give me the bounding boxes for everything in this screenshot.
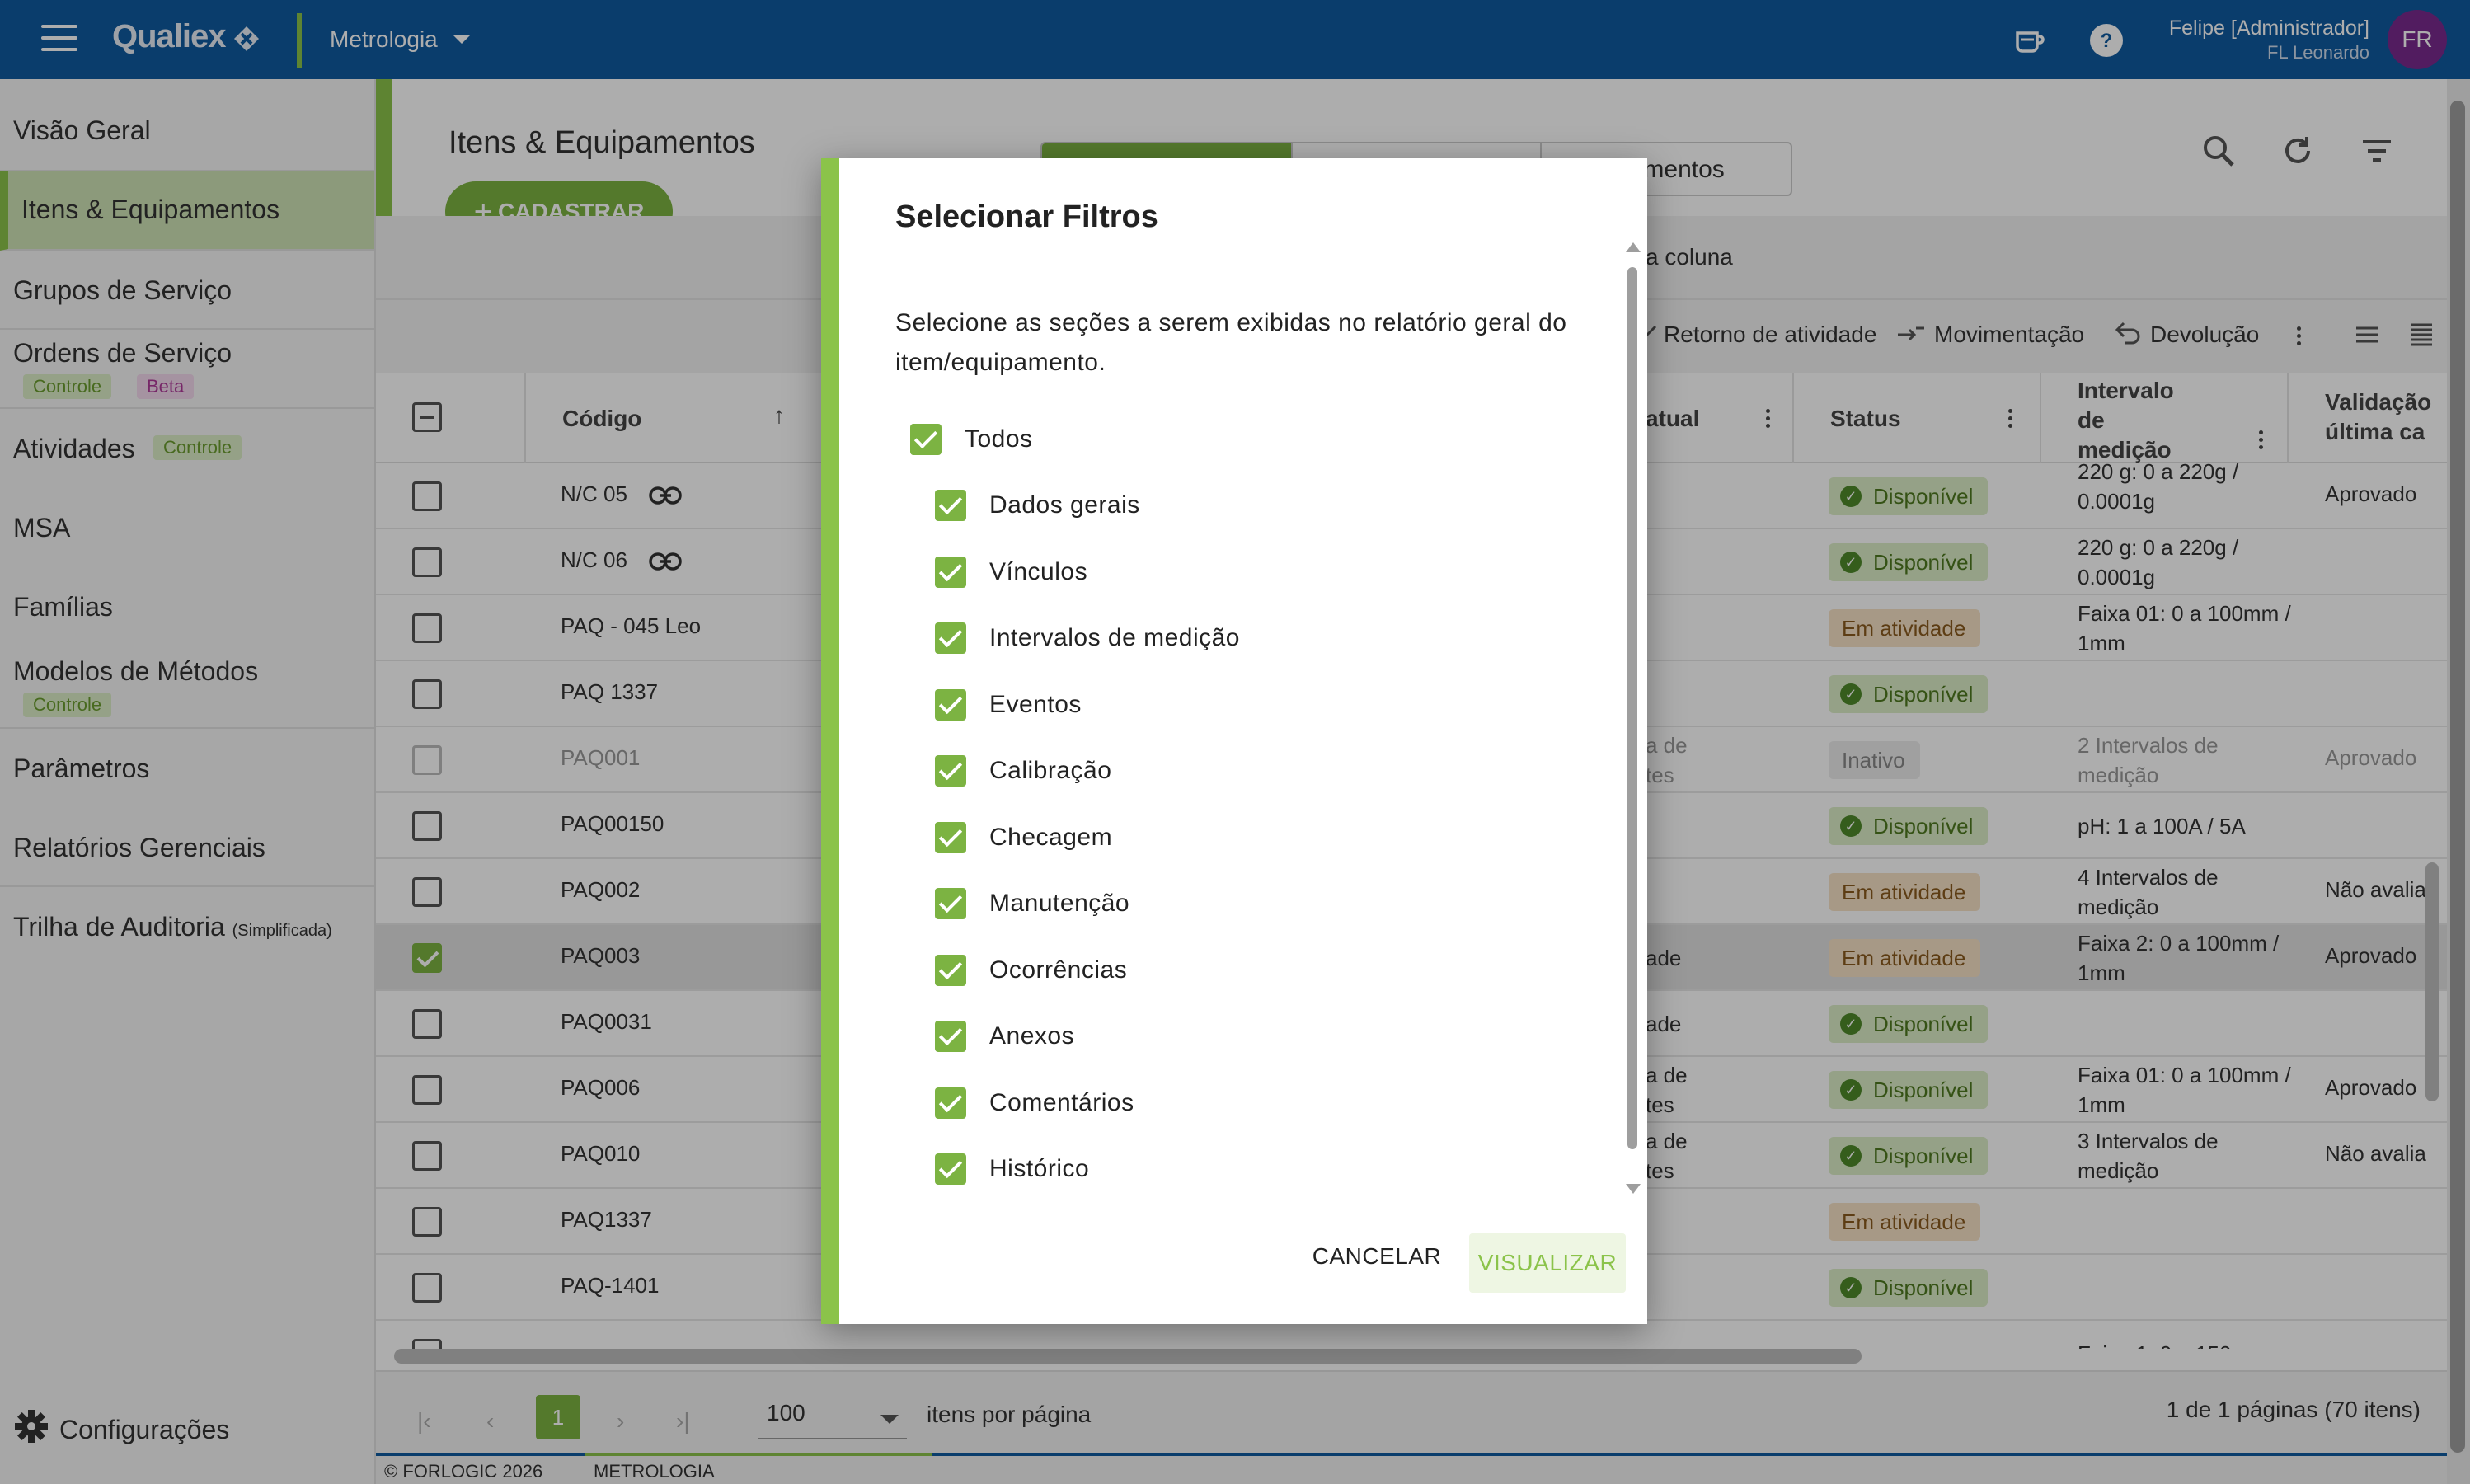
option-checkbox[interactable]: [935, 1021, 966, 1052]
option-label: Ocorrências: [989, 956, 1128, 984]
option-label: Checagem: [989, 823, 1113, 851]
option-label: Histórico: [989, 1155, 1090, 1182]
option-label: Eventos: [989, 690, 1082, 718]
view-button[interactable]: VISUALIZAR: [1469, 1233, 1626, 1293]
cancel-button[interactable]: CANCELAR: [1308, 1227, 1446, 1286]
option-checkbox[interactable]: [935, 688, 966, 721]
option-checkbox[interactable]: [935, 1153, 966, 1185]
option-checkbox[interactable]: [935, 490, 966, 521]
scroll-down-icon[interactable]: [1626, 1184, 1641, 1194]
option-checkbox[interactable]: [935, 556, 966, 588]
option-checkbox[interactable]: [935, 821, 966, 853]
option-label: Todos: [965, 425, 1033, 453]
option-checkbox[interactable]: [935, 622, 966, 654]
option-label: Comentários: [989, 1088, 1134, 1116]
dialog-title: Selecionar Filtros: [895, 200, 1158, 234]
option-label: Vínculos: [989, 557, 1088, 585]
option-checkbox[interactable]: [935, 1087, 966, 1119]
option-checkbox[interactable]: [910, 424, 942, 455]
scroll-up-icon[interactable]: [1626, 242, 1641, 252]
dialog-scrollbar-thumb[interactable]: [1627, 267, 1637, 1149]
dialog-description: Selecione as seções a serem exibidas no …: [895, 309, 1567, 376]
option-label: Calibração: [989, 757, 1112, 784]
option-checkbox[interactable]: [935, 888, 966, 919]
option-label: Intervalos de medição: [989, 624, 1240, 651]
option-label: Dados gerais: [989, 491, 1140, 519]
select-filters-dialog: Selecionar Filtros Selecione as seções a…: [821, 158, 1647, 1324]
option-label: Manutenção: [989, 890, 1130, 917]
option-checkbox[interactable]: [935, 755, 966, 787]
option-label: Anexos: [989, 1022, 1075, 1050]
option-checkbox[interactable]: [935, 954, 966, 986]
